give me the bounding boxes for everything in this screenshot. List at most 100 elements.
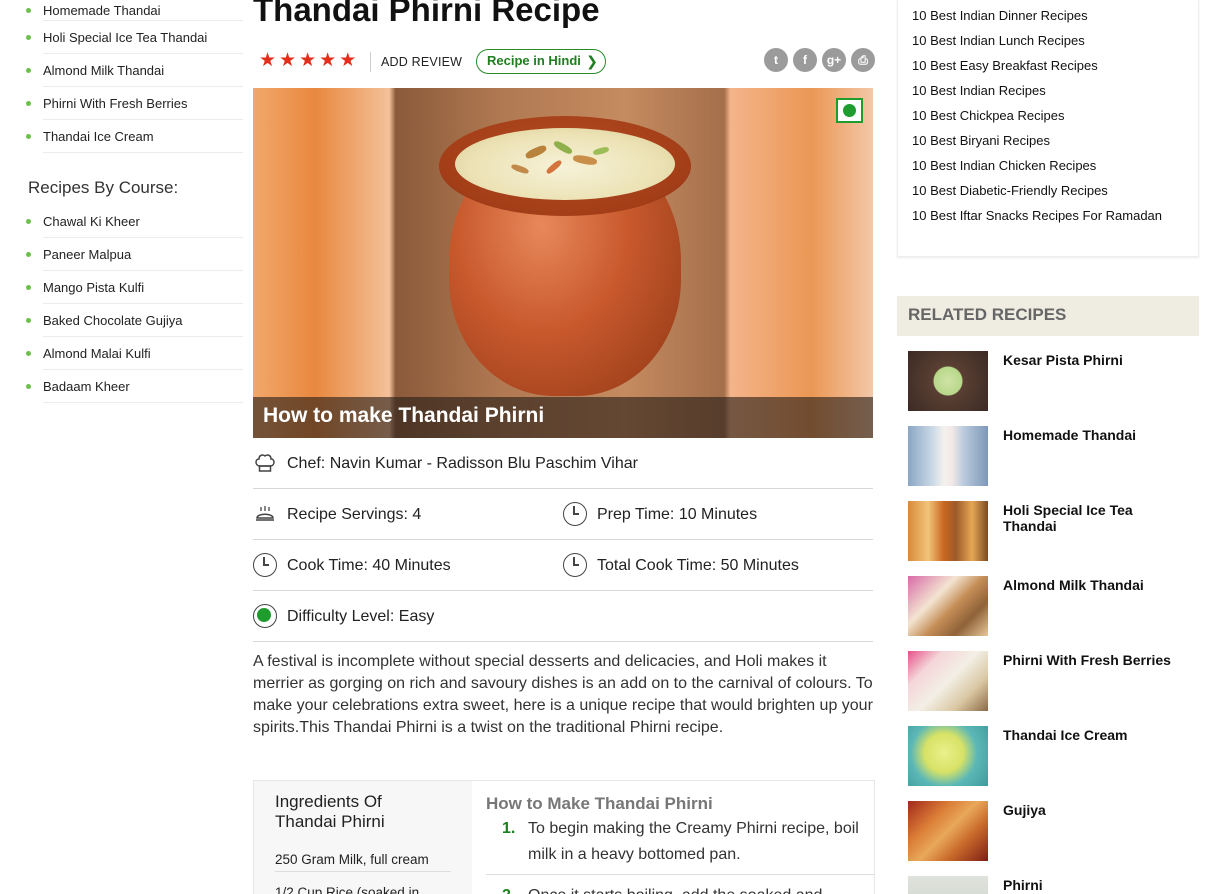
star-icon[interactable]: ★ bbox=[319, 50, 336, 72]
sidebar-link[interactable]: Chawal Ki Kheer bbox=[26, 205, 243, 238]
recipe-link-list: Homemade Thandai Holi Special Ice Tea Th… bbox=[0, 0, 245, 153]
related-recipes-heading: RELATED RECIPES bbox=[897, 296, 1199, 336]
chef-value: Navin Kumar - Radisson Blu Paschim Vihar bbox=[329, 455, 638, 472]
related-recipe-card[interactable]: Phirni With Fresh Berries bbox=[908, 651, 1198, 711]
recipe-thumbnail[interactable] bbox=[908, 726, 988, 786]
step-text: To begin making the Creamy Phirni recipe… bbox=[528, 820, 859, 863]
bullet-icon bbox=[26, 384, 31, 389]
sidebar-link[interactable]: Phirni With Fresh Berries bbox=[26, 87, 243, 120]
bullet-icon bbox=[26, 285, 31, 290]
recipe-thumbnail[interactable] bbox=[908, 501, 988, 561]
best-recipe-link[interactable]: 10 Best Indian Chicken Recipes bbox=[912, 158, 1096, 173]
best-recipe-link[interactable]: 10 Best Chickpea Recipes bbox=[912, 108, 1064, 123]
related-recipe-card[interactable]: Holi Special Ice Tea Thandai bbox=[908, 501, 1198, 561]
veg-symbol-icon bbox=[836, 98, 863, 123]
bullet-icon bbox=[26, 35, 31, 40]
method-heading: How to Make Thandai Phirni bbox=[486, 794, 713, 813]
best-recipe-link[interactable]: 10 Best Diabetic-Friendly Recipes bbox=[912, 183, 1108, 198]
best-recipe-link[interactable]: 10 Best Easy Breakfast Recipes bbox=[912, 58, 1098, 73]
bullet-icon bbox=[26, 8, 31, 13]
total-time-info: Total Cook Time: 50 Minutes bbox=[563, 540, 799, 591]
sidebar-link[interactable]: Almond Malai Kulfi bbox=[26, 337, 243, 370]
bullet-icon bbox=[26, 252, 31, 257]
recipe-thumbnail[interactable] bbox=[908, 651, 988, 711]
star-icon[interactable]: ★ bbox=[299, 50, 316, 72]
sidebar-link[interactable]: Holi Special Ice Tea Thandai bbox=[26, 21, 243, 54]
star-icon[interactable]: ★ bbox=[259, 50, 276, 72]
difficulty-icon bbox=[253, 604, 277, 628]
cook-total-row: Cook Time: 40 Minutes Total Cook Time: 5… bbox=[253, 540, 873, 591]
related-recipe-card[interactable]: Almond Milk Thandai bbox=[908, 576, 1198, 636]
share-icons: t f g+ ⎙ bbox=[764, 48, 875, 72]
bullet-icon bbox=[26, 68, 31, 73]
best-recipe-link[interactable]: 10 Best Indian Dinner Recipes bbox=[912, 8, 1088, 23]
star-icon[interactable]: ★ bbox=[339, 50, 356, 72]
best-recipe-link[interactable]: 10 Best Iftar Snacks Recipes For Ramadan bbox=[912, 208, 1162, 223]
twitter-icon[interactable]: t bbox=[764, 48, 788, 72]
divider bbox=[370, 52, 371, 72]
print-icon[interactable]: ⎙ bbox=[851, 48, 875, 72]
sidebar-link[interactable]: Baked Chocolate Gujiya bbox=[26, 304, 243, 337]
chevron-right-icon: ❯ bbox=[586, 53, 598, 69]
bullet-icon bbox=[26, 134, 31, 139]
sidebar-link[interactable]: Homemade Thandai bbox=[26, 0, 243, 21]
recipe-thumbnail[interactable] bbox=[908, 426, 988, 486]
related-recipe-card[interactable]: Kesar Pista Phirni bbox=[908, 351, 1198, 411]
star-icon[interactable]: ★ bbox=[279, 50, 296, 72]
rating-row: ★ ★ ★ ★ ★ ADD REVIEW Recipe in Hindi ❯ t… bbox=[253, 48, 875, 76]
best-recipes-list: 10 Best Indian Dinner Recipes 10 Best In… bbox=[897, 0, 1199, 257]
recipe-thumbnail[interactable] bbox=[908, 801, 988, 861]
sidebar-link[interactable]: Paneer Malpua bbox=[26, 238, 243, 271]
cook-time-info: Cook Time: 40 Minutes bbox=[253, 540, 451, 591]
bullet-icon bbox=[26, 351, 31, 356]
sidebar-link[interactable]: Badaam Kheer bbox=[26, 370, 243, 403]
difficulty-row: Difficulty Level: Easy bbox=[253, 591, 873, 642]
related-recipe-card[interactable]: Gujiya bbox=[908, 801, 1198, 861]
ingredients-heading: Ingredients Of Thandai Phirni bbox=[275, 792, 385, 831]
step-text: Once it starts boiling, add the soaked a… bbox=[528, 883, 868, 894]
best-recipe-link[interactable]: 10 Best Biryani Recipes bbox=[912, 133, 1050, 148]
page-title: Thandai Phirni Recipe bbox=[253, 0, 600, 28]
recipe-thumbnail[interactable] bbox=[908, 351, 988, 411]
serving-dish-icon bbox=[256, 506, 274, 521]
course-heading: Recipes By Course: bbox=[28, 178, 179, 197]
google-plus-icon[interactable]: g+ bbox=[822, 48, 846, 72]
best-recipe-link[interactable]: 10 Best Indian Recipes bbox=[912, 83, 1046, 98]
related-recipe-card[interactable]: Phirni bbox=[908, 876, 1198, 894]
step-number: 1. bbox=[502, 820, 516, 837]
related-recipe-card[interactable]: Thandai Ice Cream bbox=[908, 726, 1198, 786]
add-review-link[interactable]: ADD REVIEW bbox=[381, 55, 462, 69]
ingredient-item: 1/2 Cup Rice (soaked in bbox=[275, 885, 420, 894]
clock-icon bbox=[563, 553, 587, 577]
ingredients-steps-box: Ingredients Of Thandai Phirni 250 Gram M… bbox=[253, 780, 875, 894]
left-sidebar: Homemade Thandai Holi Special Ice Tea Th… bbox=[0, 0, 245, 403]
divider bbox=[486, 874, 874, 875]
recipe-thumbnail[interactable] bbox=[908, 876, 988, 894]
recipe-description: A festival is incomplete without special… bbox=[253, 653, 873, 736]
sidebar-link[interactable]: Thandai Ice Cream bbox=[26, 120, 243, 153]
servings-prep-row: Recipe Servings: 4 Prep Time: 10 Minutes bbox=[253, 489, 873, 540]
recipe-thumbnail[interactable] bbox=[908, 576, 988, 636]
chef-label: Chef: bbox=[287, 455, 326, 472]
facebook-icon[interactable]: f bbox=[793, 48, 817, 72]
star-rating[interactable]: ★ ★ ★ ★ ★ bbox=[259, 50, 356, 72]
recipe-in-hindi-button[interactable]: Recipe in Hindi ❯ bbox=[476, 49, 606, 74]
sidebar-link[interactable]: Almond Milk Thandai bbox=[26, 54, 243, 87]
ingredients-panel: Ingredients Of Thandai Phirni 250 Gram M… bbox=[254, 781, 472, 894]
clock-icon bbox=[253, 553, 277, 577]
bullet-icon bbox=[26, 101, 31, 106]
divider bbox=[275, 871, 451, 872]
course-link-list: Chawal Ki Kheer Paneer Malpua Mango Pist… bbox=[0, 205, 245, 403]
prep-time-info: Prep Time: 10 Minutes bbox=[563, 489, 757, 540]
chef-hat-icon bbox=[255, 454, 275, 472]
ingredient-item: 250 Gram Milk, full cream bbox=[275, 852, 429, 867]
related-recipe-card[interactable]: Homemade Thandai bbox=[908, 426, 1198, 486]
recipe-hero-image: How to make Thandai Phirni bbox=[253, 88, 873, 438]
best-recipe-link[interactable]: 10 Best Indian Lunch Recipes bbox=[912, 33, 1085, 48]
bullet-icon bbox=[26, 318, 31, 323]
bullet-icon bbox=[26, 219, 31, 224]
phirni-surface bbox=[455, 128, 675, 200]
difficulty-info: Difficulty Level: Easy bbox=[253, 591, 434, 642]
step-number: 2. bbox=[502, 887, 515, 894]
sidebar-link[interactable]: Mango Pista Kulfi bbox=[26, 271, 243, 304]
